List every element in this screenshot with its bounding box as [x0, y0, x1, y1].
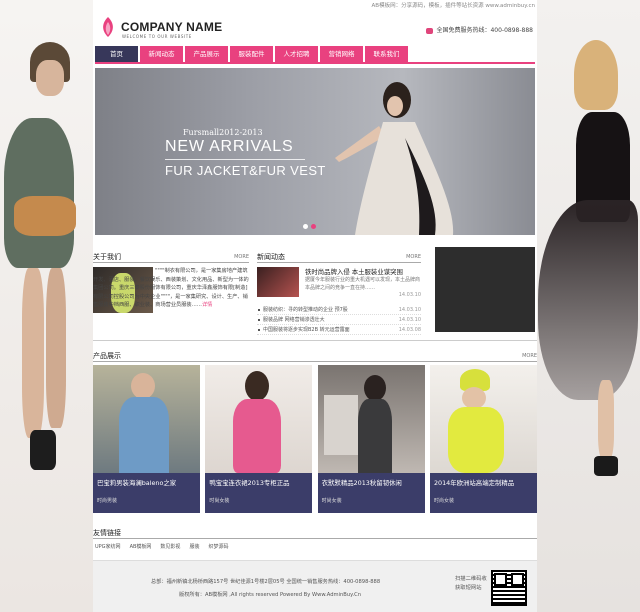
banner-title-2: FUR JACKET&FUR VEST — [165, 163, 326, 178]
banner-title: NEW ARRIVALS — [165, 138, 294, 155]
product-name: 衣默默精品2013秋留韧休闲 — [321, 479, 402, 487]
nav-home[interactable]: 首页 — [95, 46, 138, 62]
news-item[interactable]: 中国服装将逐步实现B2B 转元运营露面 14.03.08 — [257, 325, 421, 335]
product-image — [429, 365, 537, 473]
product-image — [205, 365, 313, 473]
products-more-link[interactable]: MORE — [522, 350, 537, 362]
left-model-image — [0, 0, 93, 612]
news-lead-image — [257, 267, 299, 297]
footer-copyright: 版权所有：AB模板网 ,All rights reserved Powered … — [179, 592, 361, 598]
qr-caption-line2: 获取短网站 — [455, 585, 482, 591]
links-header: 友情链接 — [93, 527, 537, 539]
about-title: 关于我们 — [93, 253, 121, 261]
slide-dot-1[interactable] — [303, 224, 308, 229]
banner-divider — [165, 159, 305, 160]
about-more-link[interactable]: MORE — [234, 251, 249, 263]
about-text: """"制衣有限公司，是一家集房地产建筑开发、酒店、服装、餐饮娱乐、西装策划、文… — [93, 267, 249, 310]
qr-caption-line1: 扫描二维码收 — [455, 576, 487, 582]
footer-address: 总部：福州新镇北杨桥西路157号 世纪佳源1号楼2层05号 全国统一销售服务热线… — [151, 579, 381, 585]
side-ad-box[interactable] — [435, 247, 535, 332]
links-row: UPG家纺网 AB模板网 数见影视 服装 织梦源码 — [95, 543, 228, 550]
about-header: 关于我们 MORE — [93, 251, 249, 263]
product-card[interactable]: 鸭宝宝连衣裙2013专柜正品 时尚女装 — [205, 365, 313, 513]
news-lead-desc: 据厦今年服装行业的重大机遇可以发现，本土品牌商本品牌之间的竞争一直在持…… — [305, 277, 421, 291]
news-item[interactable]: 服装品牌 网络营销渗透壮大 14.03.10 — [257, 315, 421, 325]
news-more-link[interactable]: MORE — [406, 251, 421, 263]
product-image — [317, 365, 425, 473]
main-nav: 首页 新闻动态 产品展示 服装配件 人才招聘 营销网络 联系我们 — [95, 46, 535, 62]
product-caption: 鸭宝宝连衣裙2013专柜正品 时尚女装 — [205, 473, 313, 513]
topbar-text: AB模板网：分享源码，模板，插件等站长资源 www.adminbuy.cn — [371, 3, 535, 9]
logo-name[interactable]: COMPANY NAME — [121, 20, 222, 34]
nav-contact[interactable]: 联系我们 — [365, 46, 408, 62]
news-item-title: 服装纺织：寻的转型推动的企业 预7股 — [263, 307, 348, 313]
nav-underline — [95, 62, 535, 64]
news-title: 新闻动态 — [257, 253, 285, 261]
news-lead-date: 14.03.10 — [398, 292, 421, 298]
product-image — [93, 365, 200, 473]
hotline: 全国免费服务热线：400-0898-888 — [426, 25, 533, 34]
banner-model-image — [335, 82, 454, 235]
qr-code-icon — [491, 570, 527, 606]
product-card[interactable]: 衣默默精品2013秋留韧休闲 时尚女装 — [317, 365, 425, 513]
logo-tagline: WELCOME TO OUR WEBSITE — [122, 34, 192, 39]
right-model-image — [536, 0, 640, 612]
banner-subtitle: Fursmall2012-2013 — [183, 128, 263, 137]
header: COMPANY NAME WELCOME TO OUR WEBSITE 全国免费… — [93, 12, 537, 42]
news-header: 新闻动态 MORE — [257, 251, 421, 263]
product-card[interactable]: 2014年欧洲站高端定制精品 时尚女装 — [429, 365, 537, 513]
nav-products[interactable]: 产品展示 — [185, 46, 228, 62]
links-title: 友情链接 — [93, 529, 121, 537]
nav-jobs[interactable]: 人才招聘 — [275, 46, 318, 62]
hero-banner[interactable]: Fursmall2012-2013 NEW ARRIVALS FUR JACKE… — [95, 68, 535, 235]
news-item-title: 服装品牌 网络营销渗透壮大 — [263, 317, 325, 323]
product-name: 鸭宝宝连衣裙2013专柜正品 — [209, 479, 290, 487]
news-item[interactable]: 服装纺织：寻的转型推动的企业 预7股 14.03.10 — [257, 305, 421, 315]
page-container: AB模板网：分享源码，模板，插件等站长资源 www.adminbuy.cn CO… — [93, 0, 537, 612]
friend-link[interactable]: 数见影视 — [160, 543, 180, 550]
product-card[interactable]: 巴宝莉男装海澜baleno之家 时尚男装 — [93, 365, 200, 513]
qr-caption: 扫描二维码收 获取短网站 — [455, 575, 487, 593]
nav-news[interactable]: 新闻动态 — [140, 46, 183, 62]
friend-link[interactable]: 服装 — [189, 543, 199, 550]
news-item-date: 14.03.10 — [398, 307, 421, 313]
section-divider — [93, 340, 537, 341]
product-category: 时尚男装 — [97, 498, 118, 504]
friend-link[interactable]: AB模板网 — [130, 543, 152, 550]
news-item-date: 14.03.08 — [398, 327, 421, 333]
news-lead-title[interactable]: 铁时尚品牌入侵 本土服装业谋突围 — [305, 267, 403, 276]
product-caption: 巴宝莉男装海澜baleno之家 时尚男装 — [93, 473, 200, 513]
product-name: 巴宝莉男装海澜baleno之家 — [97, 479, 177, 487]
slide-dot-2[interactable] — [311, 224, 316, 229]
lotus-logo-icon — [103, 17, 113, 37]
products-header: 产品展示 MORE — [93, 350, 537, 362]
product-category: 时尚女装 — [321, 498, 342, 504]
product-category: 时尚女装 — [209, 498, 230, 504]
product-category: 时尚女装 — [433, 498, 454, 504]
about-body: """"制衣有限公司，是一家集房地产建筑开发、酒店、服装、餐饮娱乐、西装策划、文… — [93, 268, 249, 309]
news-item-date: 14.03.10 — [398, 317, 421, 323]
product-caption: 2014年欧洲站高端定制精品 时尚女装 — [429, 473, 537, 513]
product-caption: 衣默默精品2013秋留韧休闲 时尚女装 — [317, 473, 425, 513]
product-grid: 巴宝莉男装海澜baleno之家 时尚男装 鸭宝宝连衣裙2013专柜正品 时尚女装… — [93, 365, 537, 513]
footer: 总部：福州新镇北杨桥西路157号 世纪佳源1号楼2层05号 全国统一销售服务热线… — [93, 560, 537, 612]
nav-network[interactable]: 营销网络 — [320, 46, 363, 62]
news-list: 服装纺织：寻的转型推动的企业 预7股 14.03.10 服装品牌 网络营销渗透壮大… — [257, 305, 421, 335]
news-item-title: 中国服装将逐步实现B2B 转元运营露面 — [263, 327, 350, 333]
friend-link[interactable]: 织梦源码 — [208, 543, 228, 550]
products-title: 产品展示 — [93, 352, 121, 360]
hotline-text: 全国免费服务热线：400-0898-888 — [436, 27, 533, 34]
phone-icon — [426, 27, 434, 34]
nav-accessories[interactable]: 服装配件 — [230, 46, 273, 62]
friend-link[interactable]: UPG家纺网 — [95, 543, 121, 550]
about-detail-link[interactable]: 详情 — [202, 302, 212, 308]
product-name: 2014年欧洲站高端定制精品 — [433, 479, 515, 487]
